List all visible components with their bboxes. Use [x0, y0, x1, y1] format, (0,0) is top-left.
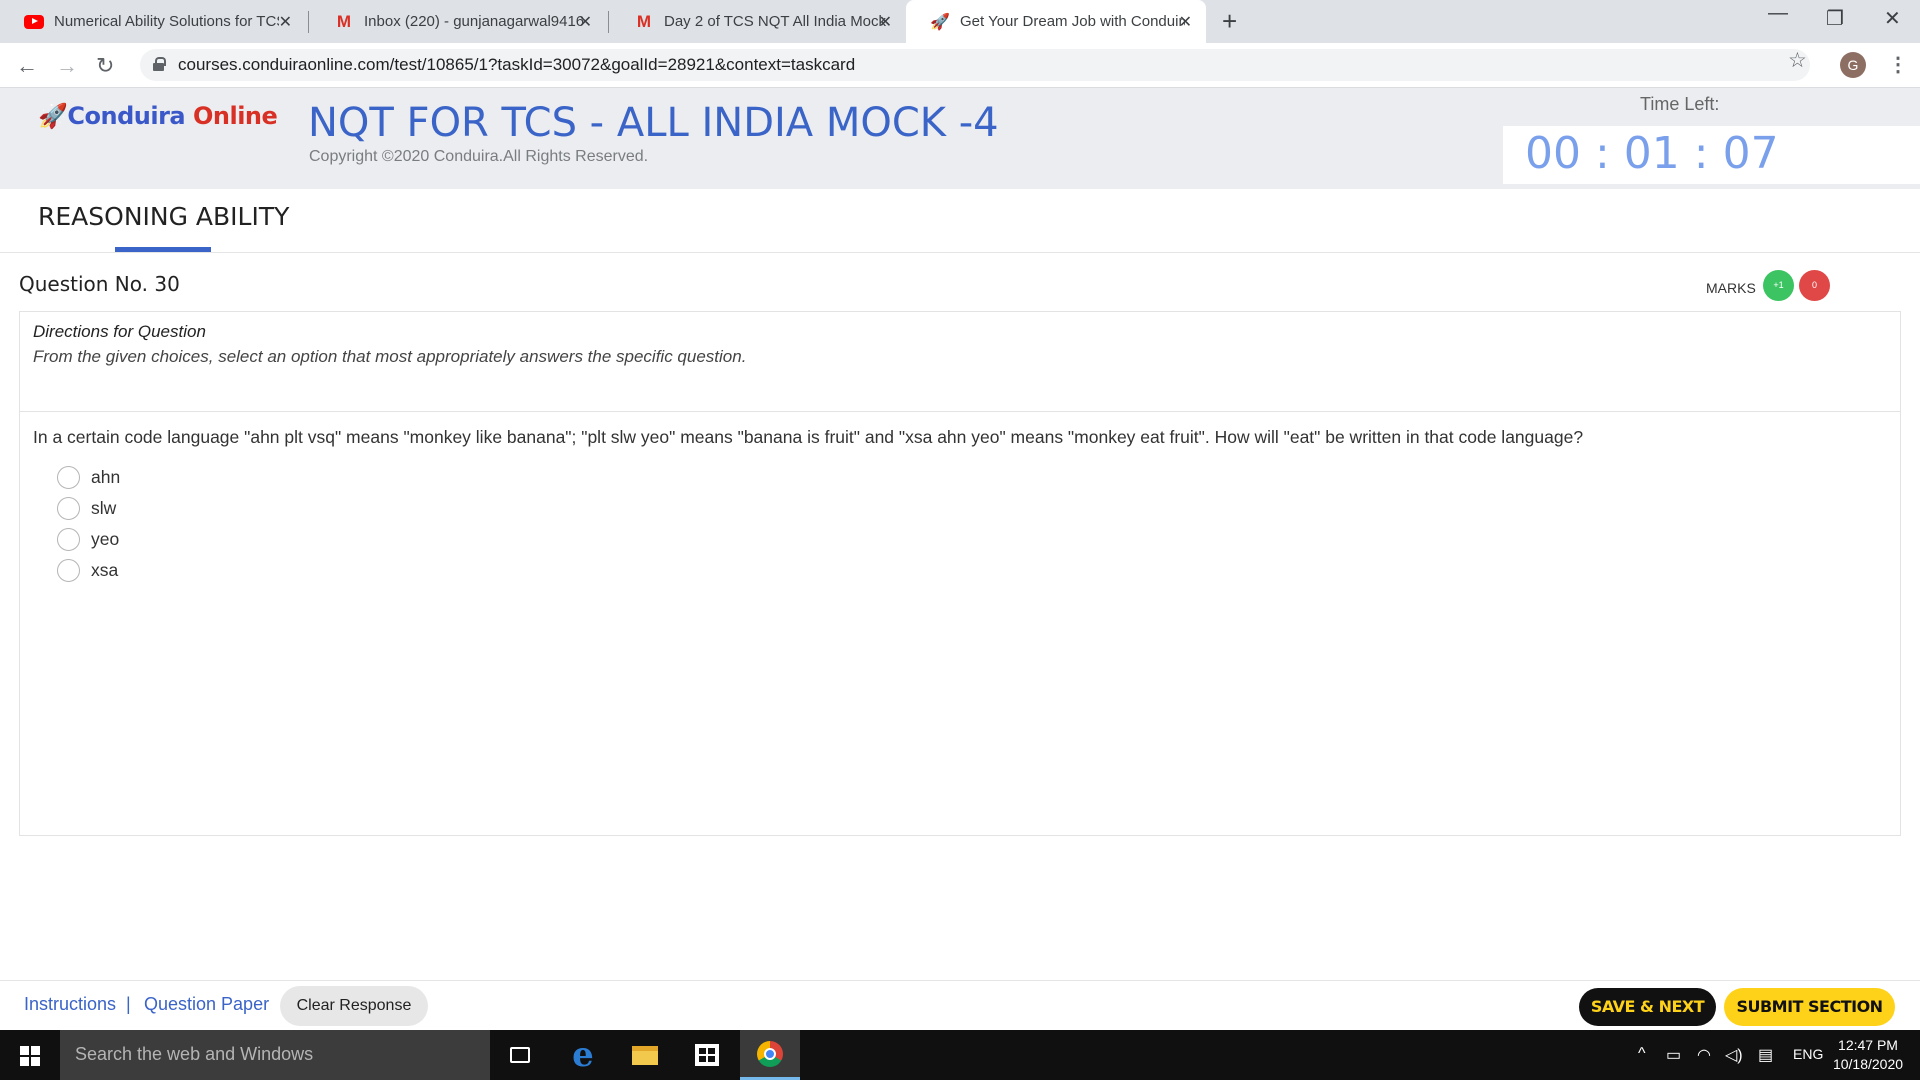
rocket-icon: 🚀 — [930, 13, 950, 31]
windows-start-icon[interactable] — [20, 1046, 40, 1066]
logo-online: nline — [212, 102, 278, 130]
options-list: ahn slw yeo xsa — [57, 462, 120, 586]
youtube-icon — [24, 14, 44, 30]
chrome-taskbar-icon[interactable] — [740, 1030, 800, 1080]
clock-time: 12:47 PM — [1838, 1037, 1898, 1053]
tab-reasoning-ability[interactable]: REASONING ABILITY — [38, 202, 289, 231]
url-text[interactable]: courses.conduiraonline.com/test/10865/1?… — [178, 55, 855, 75]
minimize-icon[interactable]: — — [1768, 2, 1788, 25]
close-icon[interactable]: ✕ — [279, 12, 292, 32]
question-paper-link[interactable]: Question Paper — [144, 994, 269, 1015]
radio-button[interactable] — [57, 528, 80, 551]
save-next-button[interactable]: SAVE & NEXT — [1579, 988, 1716, 1026]
reload-icon[interactable]: ↻ — [96, 53, 114, 79]
more-menu-icon[interactable]: ⋮ — [1888, 52, 1908, 77]
search-placeholder[interactable]: Search the web and Windows — [75, 1044, 313, 1065]
windows-taskbar: Search the web and Windows e ^ ▭ ◠ ◁) ▤ … — [0, 1030, 1920, 1080]
directions-text: From the given choices, select an option… — [33, 347, 747, 366]
browser-toolbar: ← → ↻ courses.conduiraonline.com/test/10… — [0, 43, 1920, 88]
logo-text: Conduira — [67, 102, 186, 130]
window-close-icon[interactable]: ✕ — [1884, 6, 1901, 31]
new-tab-button[interactable]: + — [1222, 6, 1237, 37]
forward-icon[interactable]: → — [56, 53, 78, 79]
question-number: Question No. 30 — [19, 272, 180, 296]
exam-title: NQT FOR TCS - ALL INDIA MOCK -4 — [308, 100, 999, 146]
volume-icon[interactable]: ◁) — [1725, 1045, 1743, 1065]
browser-tab-3[interactable]: M Day 2 of TCS NQT All India Mock ✕ — [610, 0, 906, 43]
bookmark-star-icon[interactable]: ☆ — [1788, 48, 1807, 73]
divider — [0, 252, 1920, 253]
divider — [20, 411, 1900, 412]
radio-button[interactable] — [57, 559, 80, 582]
taskbar-clock[interactable]: 12:47 PM 10/18/2020 — [1828, 1036, 1908, 1074]
close-icon[interactable]: ✕ — [579, 12, 592, 32]
battery-icon[interactable]: ▭ — [1666, 1045, 1681, 1065]
language-indicator[interactable]: ENG — [1793, 1046, 1823, 1062]
store-icon[interactable] — [682, 1030, 732, 1080]
edge-browser-icon[interactable]: e — [558, 1030, 608, 1080]
gmail-icon: M — [636, 11, 652, 31]
notification-icon[interactable]: ▤ — [1758, 1045, 1773, 1065]
address-bar[interactable]: courses.conduiraonline.com/test/10865/1?… — [140, 49, 1810, 81]
exam-footer: Instructions | Question Paper Clear Resp… — [0, 980, 1920, 1030]
time-left-label: Time Left: — [1640, 94, 1720, 114]
tab-divider — [608, 11, 609, 33]
option-label[interactable]: slw — [91, 498, 116, 519]
question-text: In a certain code language "ahn plt vsq"… — [33, 427, 1584, 447]
marks-label: MARKS — [1706, 280, 1756, 296]
task-view-icon[interactable] — [495, 1030, 545, 1080]
restore-icon[interactable]: ❐ — [1826, 6, 1844, 31]
clock-date: 10/18/2020 — [1832, 1056, 1904, 1072]
close-icon[interactable]: ✕ — [1179, 12, 1192, 32]
option-2[interactable]: slw — [57, 493, 120, 524]
question-card: Directions for Question From the given c… — [19, 311, 1901, 836]
back-icon[interactable]: ← — [16, 53, 38, 79]
negative-marks-badge: 0 — [1799, 270, 1830, 301]
wifi-icon[interactable]: ◠ — [1697, 1045, 1711, 1065]
option-4[interactable]: xsa — [57, 555, 120, 586]
option-label[interactable]: ahn — [91, 467, 120, 488]
rocket-icon: 🚀 — [38, 102, 68, 130]
option-1[interactable]: ahn — [57, 462, 120, 493]
radio-button[interactable] — [57, 466, 80, 489]
radio-button[interactable] — [57, 497, 80, 520]
option-label[interactable]: xsa — [91, 560, 118, 581]
profile-avatar[interactable]: G — [1840, 52, 1866, 78]
logo-o: O — [192, 102, 213, 130]
browser-tab-4-active[interactable]: 🚀 Get Your Dream Job with Conduira ✕ — [906, 0, 1206, 43]
option-label[interactable]: yeo — [91, 529, 119, 550]
page-header: 🚀Conduira Online NQT FOR TCS - ALL INDIA… — [0, 88, 1920, 189]
option-3[interactable]: yeo — [57, 524, 120, 555]
submit-section-button[interactable]: SUBMIT SECTION — [1724, 988, 1895, 1026]
instructions-link[interactable]: Instructions — [24, 994, 116, 1015]
lock-icon[interactable] — [153, 57, 166, 71]
gmail-icon: M — [336, 11, 352, 31]
timer-box: 00 : 01 : 07 — [1503, 126, 1920, 184]
clear-response-button[interactable]: Clear Response — [280, 986, 428, 1026]
footer-separator: | — [126, 994, 131, 1014]
countdown-timer: 00 : 01 : 07 — [1525, 128, 1779, 179]
tab-title: Day 2 of TCS NQT All India Mock — [664, 13, 887, 30]
taskbar-search-box[interactable]: Search the web and Windows — [60, 1030, 490, 1080]
positive-marks-badge: +1 — [1763, 270, 1794, 301]
copyright-text: Copyright ©2020 Conduira.All Rights Rese… — [309, 148, 649, 165]
tray-chevron-icon[interactable]: ^ — [1638, 1045, 1646, 1063]
conduira-logo[interactable]: 🚀Conduira Online — [38, 102, 278, 130]
tab-title: Inbox (220) - gunjanagarwal9416 — [364, 13, 585, 30]
close-icon[interactable]: ✕ — [879, 12, 892, 32]
browser-tab-1[interactable]: Numerical Ability Solutions for TCS ✕ — [0, 0, 306, 43]
tab-divider — [308, 11, 309, 33]
browser-tab-bar: Numerical Ability Solutions for TCS ✕ M … — [0, 0, 1920, 43]
file-explorer-icon[interactable] — [620, 1030, 670, 1080]
tab-title: Numerical Ability Solutions for TCS — [54, 13, 279, 30]
directions-title: Directions for Question — [33, 322, 206, 341]
tab-title: Get Your Dream Job with Conduira — [960, 13, 1185, 30]
browser-tab-2[interactable]: M Inbox (220) - gunjanagarwal9416 ✕ — [310, 0, 606, 43]
